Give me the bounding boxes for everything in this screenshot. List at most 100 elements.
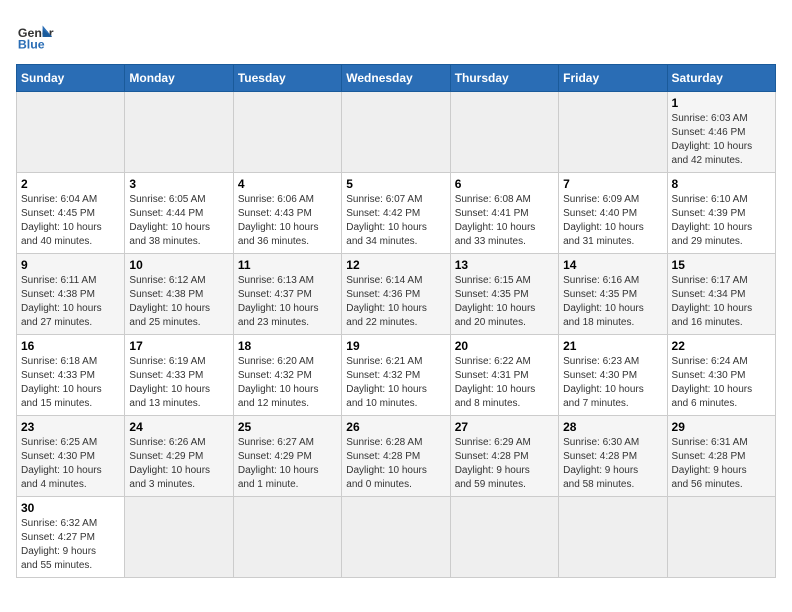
calendar-cell: 13Sunrise: 6:15 AM Sunset: 4:35 PM Dayli…	[450, 254, 558, 335]
day-number: 11	[238, 258, 337, 272]
calendar-cell	[667, 497, 775, 578]
logo-icon: General Blue	[16, 16, 54, 54]
calendar-cell: 10 Sunrise: 6:12 AM Sunset: 4:38 PM Dayli…	[125, 254, 233, 335]
day-info: Sunrise: 6:16 AM Sunset: 4:35 PM Dayligh…	[563, 274, 662, 330]
day-info: Sunrise: 6:23 AM Sunset: 4:30 PM Dayligh…	[563, 355, 662, 411]
calendar-cell: 9Sunrise: 6:11 AM Sunset: 4:38 PM Daylig…	[17, 254, 125, 335]
day-info: Sunrise: 6:05 AM Sunset: 4:44 PM Dayligh…	[129, 193, 228, 249]
calendar-cell	[17, 92, 125, 173]
calendar-cell: 29 Sunrise: 6:31 AM Sunset: 4:28 PM Dayli…	[667, 416, 775, 497]
calendar-cell: 25 Sunrise: 6:27 AM Sunset: 4:29 PM Dayli…	[233, 416, 341, 497]
day-info: Sunrise: 6:04 AM Sunset: 4:45 PM Dayligh…	[21, 193, 120, 249]
calendar-cell: 8 Sunrise: 6:10 AM Sunset: 4:39 PM Daylig…	[667, 173, 775, 254]
day-info: Sunrise: 6:09 AM Sunset: 4:40 PM Dayligh…	[563, 193, 662, 249]
calendar-cell	[125, 92, 233, 173]
calendar-cell: 16 Sunrise: 6:18 AM Sunset: 4:33 PM Dayli…	[17, 335, 125, 416]
calendar-cell: 7Sunrise: 6:09 AM Sunset: 4:40 PM Daylig…	[559, 173, 667, 254]
calendar-cell: 5Sunrise: 6:07 AM Sunset: 4:42 PM Daylig…	[342, 173, 450, 254]
calendar-cell: 6Sunrise: 6:08 AM Sunset: 4:41 PM Daylig…	[450, 173, 558, 254]
calendar-cell	[450, 92, 558, 173]
weekday-header-sunday: Sunday	[17, 65, 125, 92]
day-info: Sunrise: 6:12 AM Sunset: 4:38 PM Dayligh…	[129, 274, 228, 330]
day-number: 24	[129, 420, 228, 434]
day-number: 10	[129, 258, 228, 272]
day-number: 1	[672, 96, 771, 110]
day-number: 23	[21, 420, 120, 434]
day-number: 27	[455, 420, 554, 434]
calendar-cell	[342, 497, 450, 578]
day-info: Sunrise: 6:26 AM Sunset: 4:29 PM Dayligh…	[129, 436, 228, 492]
calendar-cell	[342, 92, 450, 173]
day-info: Sunrise: 6:28 AM Sunset: 4:28 PM Dayligh…	[346, 436, 445, 492]
calendar-cell: 26 Sunrise: 6:28 AM Sunset: 4:28 PM Dayli…	[342, 416, 450, 497]
calendar-cell: 15 Sunrise: 6:17 AM Sunset: 4:34 PM Dayli…	[667, 254, 775, 335]
day-number: 29	[672, 420, 771, 434]
day-info: Sunrise: 6:10 AM Sunset: 4:39 PM Dayligh…	[672, 193, 771, 249]
day-number: 30	[21, 501, 120, 515]
day-info: Sunrise: 6:07 AM Sunset: 4:42 PM Dayligh…	[346, 193, 445, 249]
calendar-cell	[233, 497, 341, 578]
day-info: Sunrise: 6:14 AM Sunset: 4:36 PM Dayligh…	[346, 274, 445, 330]
calendar-cell: 20 Sunrise: 6:22 AM Sunset: 4:31 PM Dayli…	[450, 335, 558, 416]
day-number: 14	[563, 258, 662, 272]
page-header: General Blue	[16, 16, 776, 54]
weekday-header-wednesday: Wednesday	[342, 65, 450, 92]
day-number: 18	[238, 339, 337, 353]
day-number: 19	[346, 339, 445, 353]
day-info: Sunrise: 6:22 AM Sunset: 4:31 PM Dayligh…	[455, 355, 554, 411]
calendar-cell: 21 Sunrise: 6:23 AM Sunset: 4:30 PM Dayli…	[559, 335, 667, 416]
day-number: 6	[455, 177, 554, 191]
calendar-cell: 30Sunrise: 6:32 AM Sunset: 4:27 PM Dayli…	[17, 497, 125, 578]
day-number: 22	[672, 339, 771, 353]
day-number: 25	[238, 420, 337, 434]
day-number: 3	[129, 177, 228, 191]
calendar-cell: 11 Sunrise: 6:13 AM Sunset: 4:37 PM Dayli…	[233, 254, 341, 335]
day-number: 20	[455, 339, 554, 353]
day-number: 13	[455, 258, 554, 272]
logo: General Blue	[16, 16, 54, 54]
weekday-header-row: SundayMondayTuesdayWednesdayThursdayFrid…	[17, 65, 776, 92]
day-info: Sunrise: 6:25 AM Sunset: 4:30 PM Dayligh…	[21, 436, 120, 492]
calendar-cell	[450, 497, 558, 578]
calendar-cell	[125, 497, 233, 578]
day-number: 8	[672, 177, 771, 191]
day-info: Sunrise: 6:31 AM Sunset: 4:28 PM Dayligh…	[672, 436, 771, 492]
calendar-cell: 17Sunrise: 6:19 AM Sunset: 4:33 PM Dayli…	[125, 335, 233, 416]
calendar-cell: 14 Sunrise: 6:16 AM Sunset: 4:35 PM Dayli…	[559, 254, 667, 335]
calendar-week-row: 23 Sunrise: 6:25 AM Sunset: 4:30 PM Dayli…	[17, 416, 776, 497]
calendar-cell: 3 Sunrise: 6:05 AM Sunset: 4:44 PM Daylig…	[125, 173, 233, 254]
weekday-header-saturday: Saturday	[667, 65, 775, 92]
day-number: 26	[346, 420, 445, 434]
calendar-cell: 23 Sunrise: 6:25 AM Sunset: 4:30 PM Dayli…	[17, 416, 125, 497]
day-number: 21	[563, 339, 662, 353]
svg-text:Blue: Blue	[18, 37, 45, 51]
calendar-cell: 28Sunrise: 6:30 AM Sunset: 4:28 PM Dayli…	[559, 416, 667, 497]
day-info: Sunrise: 6:06 AM Sunset: 4:43 PM Dayligh…	[238, 193, 337, 249]
calendar-cell: 12 Sunrise: 6:14 AM Sunset: 4:36 PM Dayli…	[342, 254, 450, 335]
day-info: Sunrise: 6:11 AM Sunset: 4:38 PM Dayligh…	[21, 274, 120, 330]
day-number: 16	[21, 339, 120, 353]
day-number: 12	[346, 258, 445, 272]
calendar-cell	[233, 92, 341, 173]
day-number: 4	[238, 177, 337, 191]
weekday-header-monday: Monday	[125, 65, 233, 92]
calendar-cell: 27 Sunrise: 6:29 AM Sunset: 4:28 PM Dayli…	[450, 416, 558, 497]
calendar-week-row: 2Sunrise: 6:04 AM Sunset: 4:45 PM Daylig…	[17, 173, 776, 254]
calendar-week-row: 9Sunrise: 6:11 AM Sunset: 4:38 PM Daylig…	[17, 254, 776, 335]
calendar-cell: 22Sunrise: 6:24 AM Sunset: 4:30 PM Dayli…	[667, 335, 775, 416]
calendar-cell: 24 Sunrise: 6:26 AM Sunset: 4:29 PM Dayli…	[125, 416, 233, 497]
weekday-header-friday: Friday	[559, 65, 667, 92]
calendar-cell: 19Sunrise: 6:21 AM Sunset: 4:32 PM Dayli…	[342, 335, 450, 416]
day-info: Sunrise: 6:27 AM Sunset: 4:29 PM Dayligh…	[238, 436, 337, 492]
calendar-table: SundayMondayTuesdayWednesdayThursdayFrid…	[16, 64, 776, 578]
day-number: 28	[563, 420, 662, 434]
day-number: 15	[672, 258, 771, 272]
day-number: 17	[129, 339, 228, 353]
calendar-cell: 1Sunrise: 6:03 AM Sunset: 4:46 PM Daylig…	[667, 92, 775, 173]
day-info: Sunrise: 6:29 AM Sunset: 4:28 PM Dayligh…	[455, 436, 554, 492]
day-info: Sunrise: 6:13 AM Sunset: 4:37 PM Dayligh…	[238, 274, 337, 330]
day-info: Sunrise: 6:17 AM Sunset: 4:34 PM Dayligh…	[672, 274, 771, 330]
day-info: Sunrise: 6:18 AM Sunset: 4:33 PM Dayligh…	[21, 355, 120, 411]
weekday-header-thursday: Thursday	[450, 65, 558, 92]
calendar-cell	[559, 92, 667, 173]
